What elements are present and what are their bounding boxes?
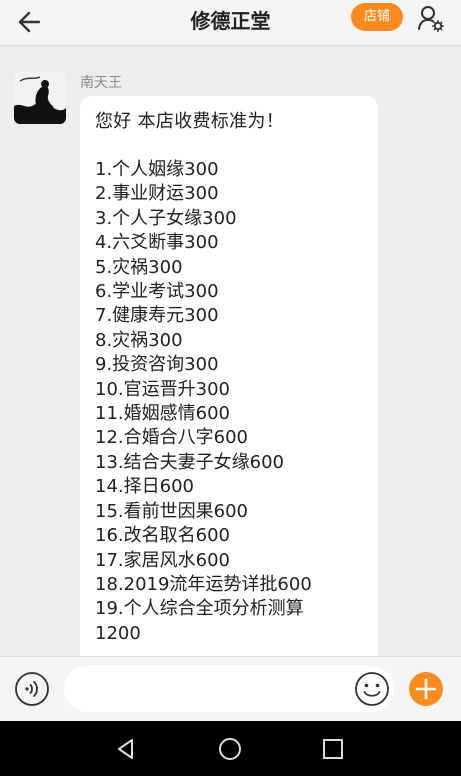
message-input[interactable]: [64, 666, 394, 712]
list-item: 11.婚姻感情600: [95, 403, 230, 425]
list-item: 3.个人子女缘300: [95, 207, 237, 229]
message-greeting: 您好 本店收费标准为！: [95, 111, 285, 132]
emoji-button[interactable]: [354, 671, 390, 707]
nav-back-button[interactable]: [113, 736, 139, 762]
square-recent-icon: [323, 739, 343, 759]
list-item: 16.改名取名600: [95, 525, 230, 547]
nav-home-button[interactable]: [217, 736, 243, 762]
user-settings-button[interactable]: [414, 2, 448, 34]
list-item: 6.学业考试300: [95, 281, 219, 303]
chat-area[interactable]: 南天王 您好 本店收费标准为！ 1.个人姻缘300 2.事业财运300 3.个人…: [0, 46, 461, 656]
input-bar: [0, 656, 461, 721]
list-item: 9.投资咨询300: [95, 354, 219, 376]
price-list: 1.个人姻缘300 2.事业财运300 3.个人子女缘300 4.六爻断事300…: [95, 158, 364, 646]
triangle-back-icon: [118, 739, 133, 759]
message-bubble[interactable]: 您好 本店收费标准为！ 1.个人姻缘300 2.事业财运300 3.个人子女缘3…: [80, 96, 378, 656]
nav-recent-button[interactable]: [320, 736, 346, 762]
circle-home-icon: [219, 738, 241, 760]
list-item: 18.2019流年运势详批600: [95, 573, 312, 595]
list-item: 13.结合夫妻子女缘600: [95, 451, 284, 473]
system-nav-bar: [0, 721, 461, 776]
sender-name: 南天王: [80, 75, 122, 91]
list-item: 15.看前世因果600: [95, 500, 248, 522]
avatar[interactable]: [14, 72, 66, 124]
list-item: 4.六爻断事300: [95, 232, 219, 254]
list-item: 19.个人综合全项分析测算: [95, 598, 304, 620]
list-item: 1.个人姻缘300: [95, 159, 219, 180]
user-gear-icon: [418, 6, 444, 32]
list-item: 5.灾祸300: [95, 256, 183, 278]
top-bar: 修德正堂 店铺: [0, 0, 461, 46]
list-item: 17.家居风水600: [95, 549, 230, 571]
list-item: 7.健康寿元300: [95, 305, 219, 327]
plus-icon: [409, 672, 443, 706]
list-item: 1200: [95, 622, 141, 644]
list-item: 2.事业财运300: [95, 183, 219, 205]
voice-icon: [15, 672, 49, 706]
list-item: 8.灾祸300: [95, 329, 183, 351]
shop-button[interactable]: 店铺: [351, 3, 403, 31]
list-item: 12.合婚合八字600: [95, 427, 248, 449]
smiley-icon: [355, 672, 389, 706]
list-item: 14.择日600: [95, 476, 194, 498]
voice-button[interactable]: [14, 671, 50, 707]
list-item: 10.官运晋升300: [95, 378, 230, 400]
plus-button[interactable]: [408, 671, 444, 707]
